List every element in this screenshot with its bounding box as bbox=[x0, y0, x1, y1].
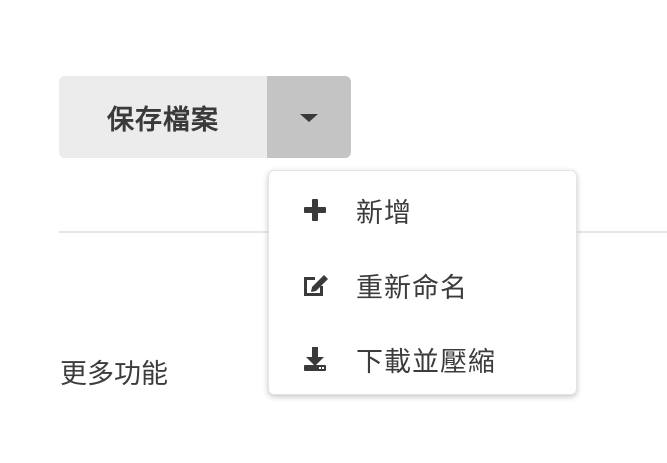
save-file-button[interactable]: 保存檔案 bbox=[59, 76, 267, 158]
dropdown-menu: 新增 重新命名 下載並壓縮 bbox=[268, 170, 577, 395]
caret-down-icon bbox=[300, 114, 318, 122]
menu-item-rename[interactable]: 重新命名 bbox=[269, 255, 576, 315]
plus-icon bbox=[299, 194, 331, 226]
more-features-label: 更多功能 bbox=[60, 359, 168, 390]
edit-icon bbox=[299, 269, 331, 301]
menu-item-new[interactable]: 新增 bbox=[269, 180, 576, 240]
save-file-button-label: 保存檔案 bbox=[107, 104, 219, 136]
download-icon bbox=[299, 343, 331, 375]
menu-item-download-zip[interactable]: 下載並壓縮 bbox=[269, 329, 576, 389]
save-file-split-button: 保存檔案 bbox=[59, 76, 351, 158]
menu-item-label: 重新命名 bbox=[356, 272, 468, 304]
dropdown-toggle-button[interactable] bbox=[267, 76, 351, 158]
menu-item-label: 下載並壓縮 bbox=[356, 346, 496, 378]
menu-item-label: 新增 bbox=[356, 197, 412, 229]
